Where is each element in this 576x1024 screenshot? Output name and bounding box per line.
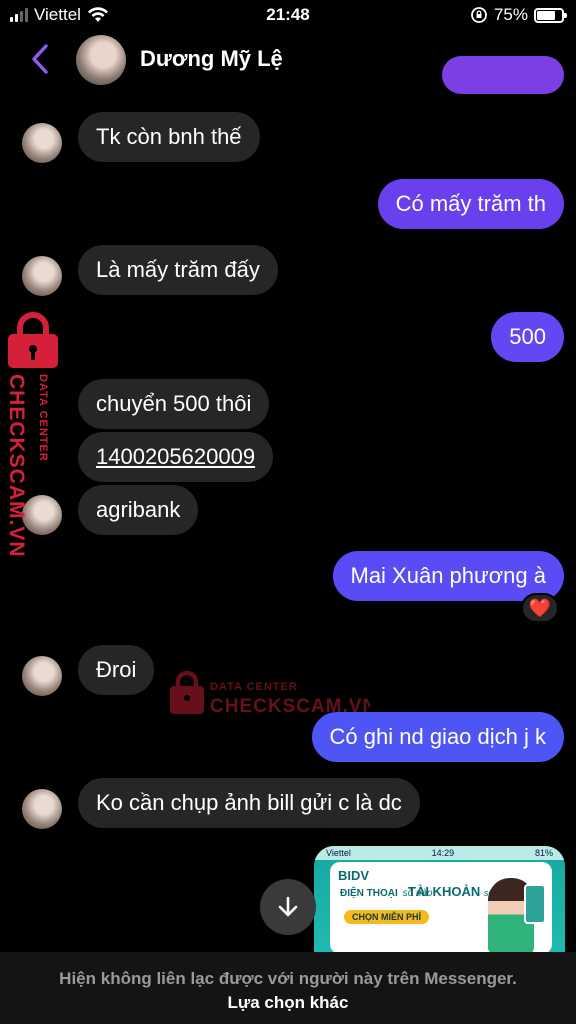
banner-cta-button: CHỌN MIỄN PHÍ (344, 910, 430, 924)
incoming-message[interactable]: chuyển 500 thôi (78, 379, 270, 429)
sender-avatar (22, 656, 62, 696)
scroll-to-bottom-button[interactable] (260, 879, 316, 935)
contact-name[interactable]: Dương Mỹ Lệ (140, 46, 283, 72)
watermark-brand: CHECKSCAM.VN (6, 374, 28, 558)
battery-percent: 75% (493, 5, 528, 24)
incoming-message[interactable]: agribank (78, 485, 199, 535)
back-chevron-icon[interactable] (26, 42, 56, 76)
status-bar: Viettel 21:48 75% (0, 0, 576, 30)
watermark-label: DATA CENTER (37, 374, 49, 462)
attachment-carrier: Viettel (326, 848, 351, 858)
outgoing-message[interactable]: 500 (491, 312, 564, 362)
heart-icon: ❤️ (528, 597, 552, 618)
outgoing-message[interactable]: Có ghi nd giao dịch j k (311, 712, 564, 762)
orientation-lock-icon (471, 7, 487, 23)
contact-avatar[interactable] (76, 35, 126, 85)
incoming-message[interactable]: Đroi (78, 645, 155, 695)
partial-outgoing-bubble (442, 56, 564, 94)
bank-banner: BIDV ĐIỆN THOẠI số nào TÀI KHOẢN số đó C… (330, 862, 552, 952)
bank-logo: BIDV (338, 868, 370, 883)
checkscam-watermark-mid: DATA CENTER CHECKSCAM.VN (170, 670, 370, 717)
checkscam-watermark-side: CHECKSCAM.VN DATA CENTER (6, 312, 58, 558)
sender-avatar (22, 789, 62, 829)
lock-icon (170, 670, 204, 714)
unavailable-footer: Hiện không liên lạc được với người này t… (0, 952, 576, 1024)
watermark-label: DATA CENTER (210, 681, 298, 693)
incoming-message[interactable]: Ko cần chụp ảnh bill gửi c là dc (78, 778, 420, 828)
image-attachment[interactable]: Viettel 14:29 81% BIDV ĐIỆN THOẠI số nào… (314, 846, 565, 952)
sender-avatar (22, 123, 62, 163)
watermark-brand: CHECKSCAM.VN (210, 696, 370, 717)
incoming-message[interactable]: Là mấy trăm đấy (78, 245, 278, 295)
outgoing-message[interactable]: Có mấy trăm th (377, 179, 564, 229)
battery-icon (534, 7, 567, 23)
incoming-message[interactable]: Tk còn bnh thế (78, 112, 260, 162)
attachment-battery: 81% (534, 848, 553, 858)
status-right: 75% (470, 5, 567, 25)
attachment-status-bar: Viettel 14:29 81% (314, 846, 565, 860)
lock-icon (8, 312, 58, 368)
heart-reaction[interactable]: ❤️ (521, 593, 559, 623)
arrow-down-icon (278, 896, 298, 917)
unavailable-notice: Hiện không liên lạc được với người này t… (59, 969, 517, 988)
account-number-message[interactable]: 1400205620009 (78, 432, 274, 482)
sender-avatar (22, 256, 62, 296)
banner-phone-image (524, 884, 546, 924)
other-options-button[interactable]: Lựa chọn khác (0, 993, 576, 1013)
attachment-time: 14:29 (431, 848, 455, 858)
